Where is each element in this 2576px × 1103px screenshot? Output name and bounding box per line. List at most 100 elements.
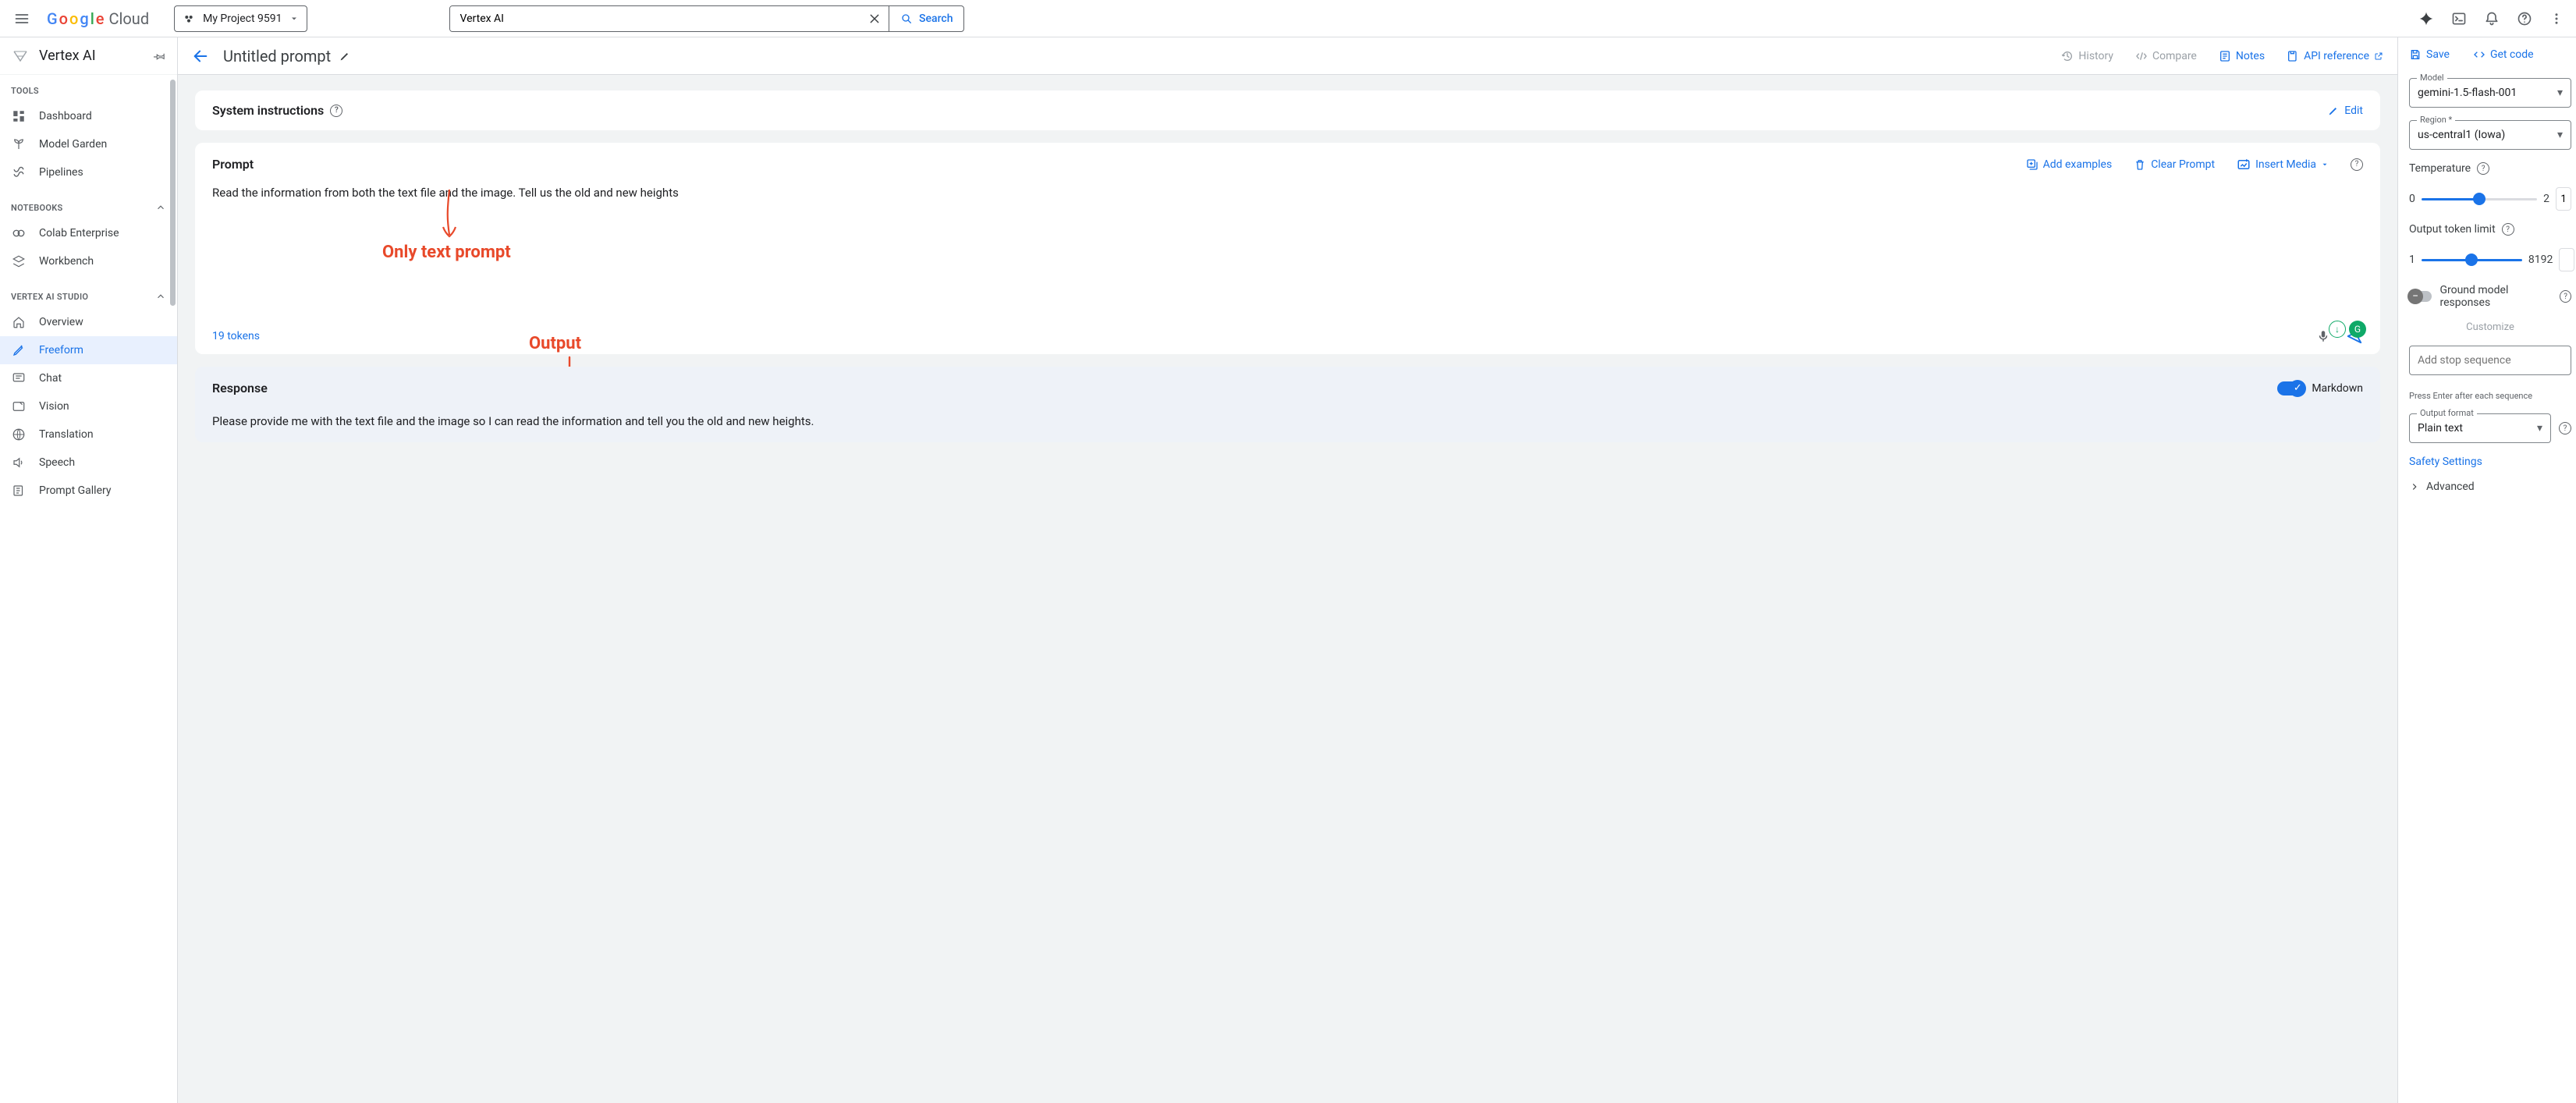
api-icon bbox=[2287, 50, 2299, 62]
compare-button[interactable]: Compare bbox=[2135, 50, 2197, 62]
grammarly-icon: G bbox=[2349, 321, 2366, 338]
grammarly-add-icon: ↓ bbox=[2329, 321, 2346, 338]
output-token-input[interactable] bbox=[2559, 248, 2574, 271]
notes-button[interactable]: Notes bbox=[2219, 50, 2265, 62]
overflow-menu-icon[interactable] bbox=[2549, 12, 2564, 26]
rename-button[interactable] bbox=[339, 50, 351, 62]
help-icon[interactable]: ? bbox=[2477, 162, 2489, 175]
sidebar-item-model-garden[interactable]: Model Garden bbox=[0, 130, 177, 158]
region-select[interactable]: Region * us-central1 (Iowa)▾ bbox=[2409, 120, 2571, 150]
content-header: Untitled prompt History Compare Notes AP… bbox=[178, 37, 2397, 75]
code-icon bbox=[2473, 48, 2486, 61]
sidebar-item-speech[interactable]: Speech bbox=[0, 449, 177, 477]
sidebar-item-freeform[interactable]: Freeform bbox=[0, 336, 177, 364]
ground-responses-toggle[interactable]: − bbox=[2409, 291, 2432, 302]
sidebar-heading-notebooks[interactable]: NOTEBOOKS bbox=[0, 196, 177, 219]
search-button[interactable]: Search bbox=[889, 6, 963, 31]
sidebar-scrollbar[interactable] bbox=[169, 75, 177, 1103]
sidebar-item-chat[interactable]: Chat bbox=[0, 364, 177, 392]
history-icon bbox=[2061, 50, 2074, 62]
chat-icon bbox=[11, 371, 27, 385]
help-icon[interactable]: ? bbox=[2560, 290, 2571, 303]
clear-prompt-button[interactable]: Clear Prompt bbox=[2134, 158, 2215, 171]
history-button[interactable]: History bbox=[2061, 50, 2113, 62]
pipelines-icon bbox=[11, 165, 27, 179]
sidebar-heading-studio[interactable]: VERTEX AI STUDIO bbox=[0, 285, 177, 308]
caret-down-icon bbox=[289, 14, 299, 23]
help-icon[interactable]: ? bbox=[2502, 223, 2514, 236]
project-picker[interactable]: My Project 9591 bbox=[174, 5, 307, 32]
cloudshell-icon[interactable] bbox=[2451, 11, 2467, 27]
workbench-icon bbox=[11, 254, 27, 268]
project-icon bbox=[183, 12, 195, 25]
search-input[interactable] bbox=[450, 6, 860, 31]
main-content: Untitled prompt History Compare Notes AP… bbox=[178, 37, 2398, 1103]
compare-icon bbox=[2135, 50, 2148, 62]
colab-icon bbox=[11, 226, 27, 240]
gemini-spark-icon[interactable] bbox=[2418, 11, 2434, 27]
dashboard-icon bbox=[11, 109, 27, 123]
model-select[interactable]: Model gemini-1.5-flash-001▾ bbox=[2409, 78, 2571, 108]
prompt-text[interactable]: Read the information from both the text … bbox=[212, 186, 2363, 200]
back-button[interactable] bbox=[192, 48, 209, 65]
sidebar-item-overview[interactable]: Overview bbox=[0, 308, 177, 336]
grammarly-widget[interactable]: ↓ G bbox=[2329, 321, 2366, 338]
notifications-icon[interactable] bbox=[2484, 11, 2500, 27]
project-name: My Project 9591 bbox=[203, 12, 282, 25]
temperature-label: Temperature? bbox=[2409, 162, 2571, 175]
sidebar-item-pipelines[interactable]: Pipelines bbox=[0, 158, 177, 186]
external-link-icon bbox=[2374, 51, 2383, 61]
chevron-right-icon bbox=[2409, 481, 2420, 492]
sidebar-item-colab[interactable]: Colab Enterprise bbox=[0, 219, 177, 247]
sidebar: Vertex AI TOOLS Dashboard Model Garden P… bbox=[0, 37, 178, 1103]
caret-down-icon: ▾ bbox=[2557, 87, 2563, 99]
response-card: Response ✓ Markdown Please provide me wi… bbox=[195, 367, 2380, 442]
pencil2-icon bbox=[11, 343, 27, 357]
add-examples-icon bbox=[2026, 158, 2038, 171]
markdown-toggle[interactable]: ✓ bbox=[2277, 381, 2305, 395]
output-token-slider[interactable] bbox=[2422, 259, 2522, 261]
save-icon bbox=[2409, 48, 2422, 61]
sidebar-item-workbench[interactable]: Workbench bbox=[0, 247, 177, 275]
home-icon bbox=[11, 315, 27, 329]
temperature-slider[interactable] bbox=[2422, 198, 2537, 200]
chevron-up-icon bbox=[155, 291, 166, 302]
notes-icon bbox=[2219, 50, 2231, 62]
api-reference-button[interactable]: API reference bbox=[2287, 50, 2383, 62]
sprout-icon bbox=[11, 137, 27, 151]
help-icon[interactable]: ? bbox=[330, 105, 342, 117]
hamburger-menu[interactable] bbox=[6, 3, 37, 34]
help-menu-icon[interactable] bbox=[2517, 11, 2532, 27]
customize-link: Customize bbox=[2409, 321, 2571, 333]
sidebar-item-dashboard[interactable]: Dashboard bbox=[0, 102, 177, 130]
output-format-select[interactable]: Output format Plain text▾ bbox=[2409, 413, 2551, 443]
help-icon[interactable]: ? bbox=[2559, 422, 2571, 434]
google-cloud-logo[interactable]: Google Cloud bbox=[47, 9, 149, 28]
top-right-icons bbox=[2418, 11, 2570, 27]
temperature-input[interactable] bbox=[2556, 187, 2571, 211]
add-examples-button[interactable]: Add examples bbox=[2026, 158, 2113, 171]
caret-down-icon: ▾ bbox=[2537, 422, 2542, 434]
chevron-up-icon bbox=[155, 202, 166, 213]
advanced-toggle[interactable]: Advanced bbox=[2409, 481, 2571, 493]
system-instructions-card: System instructions? Edit bbox=[195, 90, 2380, 130]
help-icon[interactable]: ? bbox=[2351, 158, 2363, 171]
sidebar-item-prompt-gallery[interactable]: Prompt Gallery bbox=[0, 477, 177, 505]
annotation-text: Only text prompt bbox=[382, 243, 511, 262]
get-code-button[interactable]: Get code bbox=[2473, 48, 2534, 61]
stop-sequence-input[interactable] bbox=[2409, 346, 2571, 375]
safety-settings-link[interactable]: Safety Settings bbox=[2409, 456, 2571, 468]
insert-media-button[interactable]: Insert Media bbox=[2237, 158, 2329, 172]
save-button[interactable]: Save bbox=[2409, 48, 2450, 61]
search-clear-button[interactable] bbox=[860, 12, 889, 25]
sidebar-item-vision[interactable]: Vision bbox=[0, 392, 177, 420]
trash-icon bbox=[2134, 158, 2146, 171]
edit-system-instructions-button[interactable]: Edit bbox=[2327, 105, 2363, 117]
sidebar-header: Vertex AI bbox=[0, 37, 177, 75]
search-bar: Search bbox=[449, 5, 964, 32]
sidebar-heading-tools: TOOLS bbox=[0, 80, 177, 102]
search-icon bbox=[900, 12, 913, 25]
sidebar-item-translation[interactable]: Translation bbox=[0, 420, 177, 449]
prompt-title: Untitled prompt bbox=[223, 47, 351, 66]
pin-icon[interactable] bbox=[154, 50, 166, 62]
